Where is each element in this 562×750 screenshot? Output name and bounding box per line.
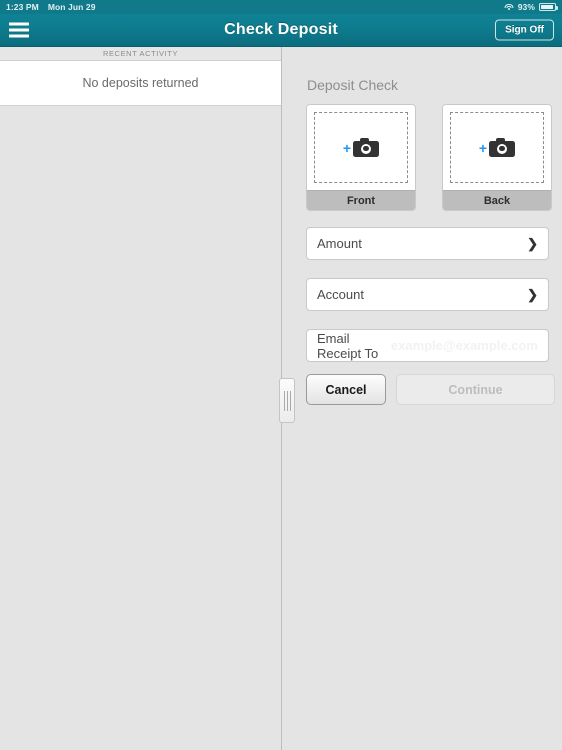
deposit-check-panel: Deposit Check + Front + Back Amount ❯ Ac… <box>283 47 562 750</box>
wifi-icon <box>504 3 514 11</box>
capture-card-front[interactable]: + Front <box>306 104 416 211</box>
account-field-row[interactable]: Account ❯ <box>306 278 549 311</box>
status-bar-date: Mon Jun 29 <box>47 2 96 12</box>
amount-field-row[interactable]: Amount ❯ <box>306 227 549 260</box>
hamburger-menu-icon[interactable] <box>9 22 29 38</box>
sign-off-button[interactable]: Sign Off <box>495 19 554 41</box>
navigation-bar: Check Deposit Sign Off <box>0 14 562 47</box>
recent-activity-header: RECENT ACTIVITY <box>0 47 281 61</box>
empty-state-message: No deposits returned <box>0 61 281 106</box>
email-receipt-input[interactable]: example@example.com <box>391 338 538 353</box>
email-receipt-label: Email Receipt To <box>317 330 379 361</box>
status-bar-time: 1:23 PM <box>6 2 39 12</box>
cancel-button[interactable]: Cancel <box>306 374 386 405</box>
continue-button: Continue <box>396 374 555 405</box>
camera-icon <box>353 138 380 157</box>
action-button-row: Cancel Continue <box>306 374 555 405</box>
plus-icon: + <box>342 140 352 156</box>
capture-area-front[interactable]: + <box>307 105 415 190</box>
capture-dashed-frame: + <box>450 112 544 183</box>
status-bar-right-group: 93% <box>504 2 558 12</box>
camera-icon <box>489 138 516 157</box>
capture-dashed-frame: + <box>314 112 408 183</box>
page-title: Check Deposit <box>224 21 338 38</box>
recent-activity-panel: RECENT ACTIVITY No deposits returned <box>0 47 282 750</box>
status-bar: 1:23 PM Mon Jun 29 93% <box>0 0 562 14</box>
email-receipt-field-row[interactable]: Email Receipt To example@example.com <box>306 329 549 362</box>
plus-icon: + <box>478 140 488 156</box>
battery-percent-label: 93% <box>517 2 535 12</box>
chevron-right-icon: ❯ <box>527 287 538 302</box>
check-capture-cards: + Front + Back <box>306 104 552 211</box>
capture-card-back[interactable]: + Back <box>442 104 552 211</box>
capture-area-back[interactable]: + <box>443 105 551 190</box>
chevron-right-icon: ❯ <box>527 236 538 251</box>
amount-field-label: Amount <box>317 236 362 251</box>
capture-card-label-front: Front <box>307 190 415 210</box>
account-field-label: Account <box>317 287 364 302</box>
deposit-form-fields: Amount ❯ Account ❯ Email Receipt To exam… <box>306 227 549 380</box>
capture-card-label-back: Back <box>443 190 551 210</box>
app-screen: 1:23 PM Mon Jun 29 93% Check Deposit Sig… <box>0 0 562 750</box>
panel-splitter-handle[interactable] <box>279 378 295 423</box>
deposit-check-title: Deposit Check <box>307 77 399 93</box>
battery-icon <box>539 3 558 11</box>
